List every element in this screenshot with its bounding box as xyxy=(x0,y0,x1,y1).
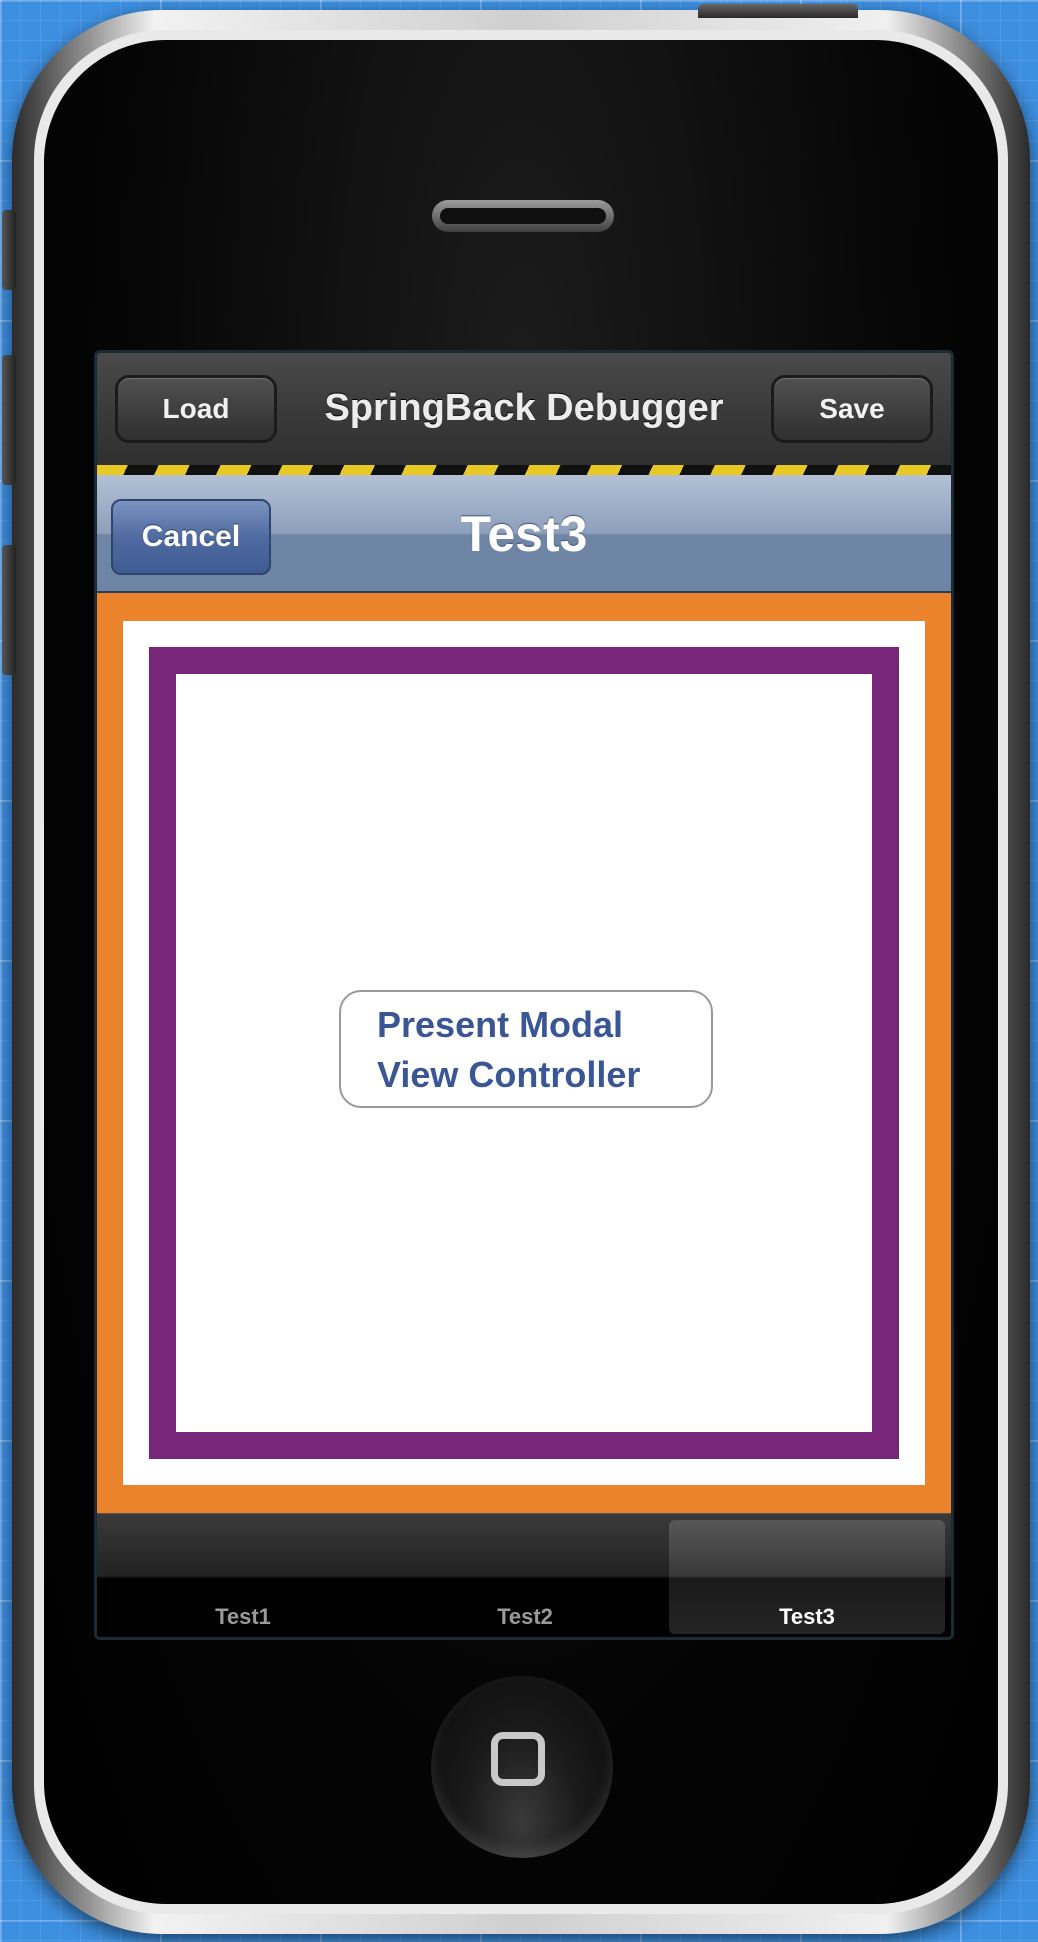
tab-test1[interactable]: Test1 xyxy=(105,1520,381,1634)
navigation-bar: Cancel Test3 xyxy=(97,475,951,593)
sleep-button xyxy=(698,4,858,18)
tab-label: Test1 xyxy=(215,1604,271,1629)
debugger-toolbar: Load SpringBack Debugger Save xyxy=(97,353,951,471)
cancel-button[interactable]: Cancel xyxy=(111,499,271,575)
present-modal-view-controller-button[interactable]: Present Modal View Controller xyxy=(339,990,713,1108)
tab-label: Test2 xyxy=(497,1604,553,1629)
content-inner-panel: Present Modal View Controller xyxy=(176,674,872,1432)
volume-down-button xyxy=(2,545,16,675)
volume-up-button xyxy=(2,355,16,485)
device-screen: Load SpringBack Debugger Save Cancel Tes… xyxy=(94,350,954,1640)
content-purple-frame: Present Modal View Controller xyxy=(149,647,899,1459)
load-button[interactable]: Load xyxy=(115,375,277,443)
home-square-icon xyxy=(491,1732,545,1786)
home-button[interactable] xyxy=(431,1676,613,1858)
present-button-line2: View Controller xyxy=(377,1054,641,1095)
tab-label: Test3 xyxy=(779,1604,835,1629)
present-button-line1: Present Modal xyxy=(377,1004,624,1045)
tab-test3[interactable]: Test3 xyxy=(669,1520,945,1634)
nav-title: Test3 xyxy=(460,506,588,562)
hazard-stripe xyxy=(97,465,951,475)
tab-test2[interactable]: Test2 xyxy=(387,1520,663,1634)
earpiece-speaker xyxy=(432,200,614,232)
debugger-title: SpringBack Debugger xyxy=(324,387,724,429)
content-orange-frame: Present Modal View Controller xyxy=(97,593,951,1513)
save-button[interactable]: Save xyxy=(771,375,933,443)
mute-switch xyxy=(2,210,16,290)
tab-bar: Test1 Test2 Test3 xyxy=(97,1513,951,1637)
content-white-frame: Present Modal View Controller xyxy=(123,621,925,1485)
